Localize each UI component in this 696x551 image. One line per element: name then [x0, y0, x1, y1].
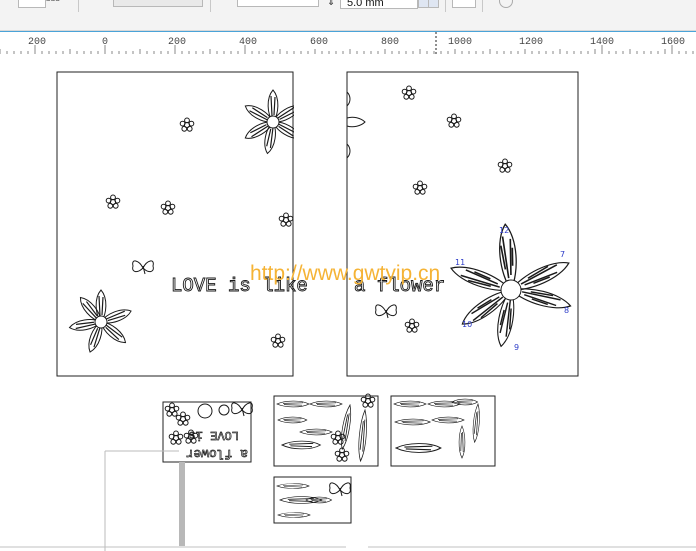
nudge-distance-value: 5.0 mm: [347, 0, 384, 9]
ruler-ticks: 200 0 200 400 600 800 1000 1200 1400 160…: [0, 32, 694, 54]
ruler-tick-label: 1600: [661, 37, 685, 48]
petal-number: 8: [564, 306, 569, 315]
thumbnail-petals-sheet-3: [273, 476, 352, 524]
property-bar: sss ⇕ 5.0 mm: [0, 0, 696, 31]
ruler-tick-label: 200: [168, 37, 186, 48]
nudge-input-blank[interactable]: [237, 0, 319, 7]
petal-number: 7: [560, 250, 565, 259]
ruler-tick-label: 600: [310, 37, 328, 48]
left-page: [56, 71, 294, 377]
duplicate-distance-button[interactable]: [452, 0, 476, 8]
petal-number: 9: [514, 343, 519, 352]
petal-number: 10: [462, 320, 472, 329]
ruler-tick-label: 400: [239, 37, 257, 48]
thumbnail-text-sheet: LOVE is a flower: [104, 401, 253, 551]
artwork-layer: LOVE is like 12 7 11 8 10 9 a flower LOV…: [0, 71, 696, 551]
ruler-tick-label: 0: [102, 37, 108, 48]
ruler-tick-label: 1400: [590, 37, 614, 48]
horizontal-ruler[interactable]: 200 0 200 400 600 800 1000 1200 1400 160…: [0, 31, 696, 55]
toolbar-separator: [78, 0, 79, 12]
thumbnail-petals-sheet-2: [390, 395, 496, 467]
options-circle-icon[interactable]: [499, 0, 513, 8]
toolbar-separator: [210, 0, 211, 12]
partial-label: sss: [46, 0, 60, 4]
petal-number: 12: [499, 226, 509, 235]
right-page: [346, 71, 579, 377]
nudge-distance-input[interactable]: 5.0 mm: [340, 0, 418, 9]
thumbnail-petals-sheet-1: [273, 393, 379, 467]
ruler-tick-label: 800: [381, 37, 399, 48]
ruler-tick-label: 1200: [519, 37, 543, 48]
ruler-tick-label: 200: [28, 37, 46, 48]
nudge-spinner-down[interactable]: [428, 0, 439, 8]
units-dropdown[interactable]: [113, 0, 203, 7]
drawing-canvas[interactable]: LOVE is like 12 7 11 8 10 9 a flower LOV…: [0, 54, 696, 551]
svg-text:a flower: a flower: [186, 446, 248, 461]
watermark-text: http://www.gwtyip.cn: [250, 262, 441, 285]
nudge-offset-icon: ⇕: [327, 0, 336, 8]
ruler-tick-label: 1000: [448, 37, 472, 48]
toolbar-separator: [482, 0, 483, 12]
petal-number: 11: [455, 258, 465, 267]
object-size-field[interactable]: [18, 0, 46, 8]
svg-text:LOVE is: LOVE is: [189, 428, 239, 442]
toolbar-separator: [445, 0, 446, 12]
